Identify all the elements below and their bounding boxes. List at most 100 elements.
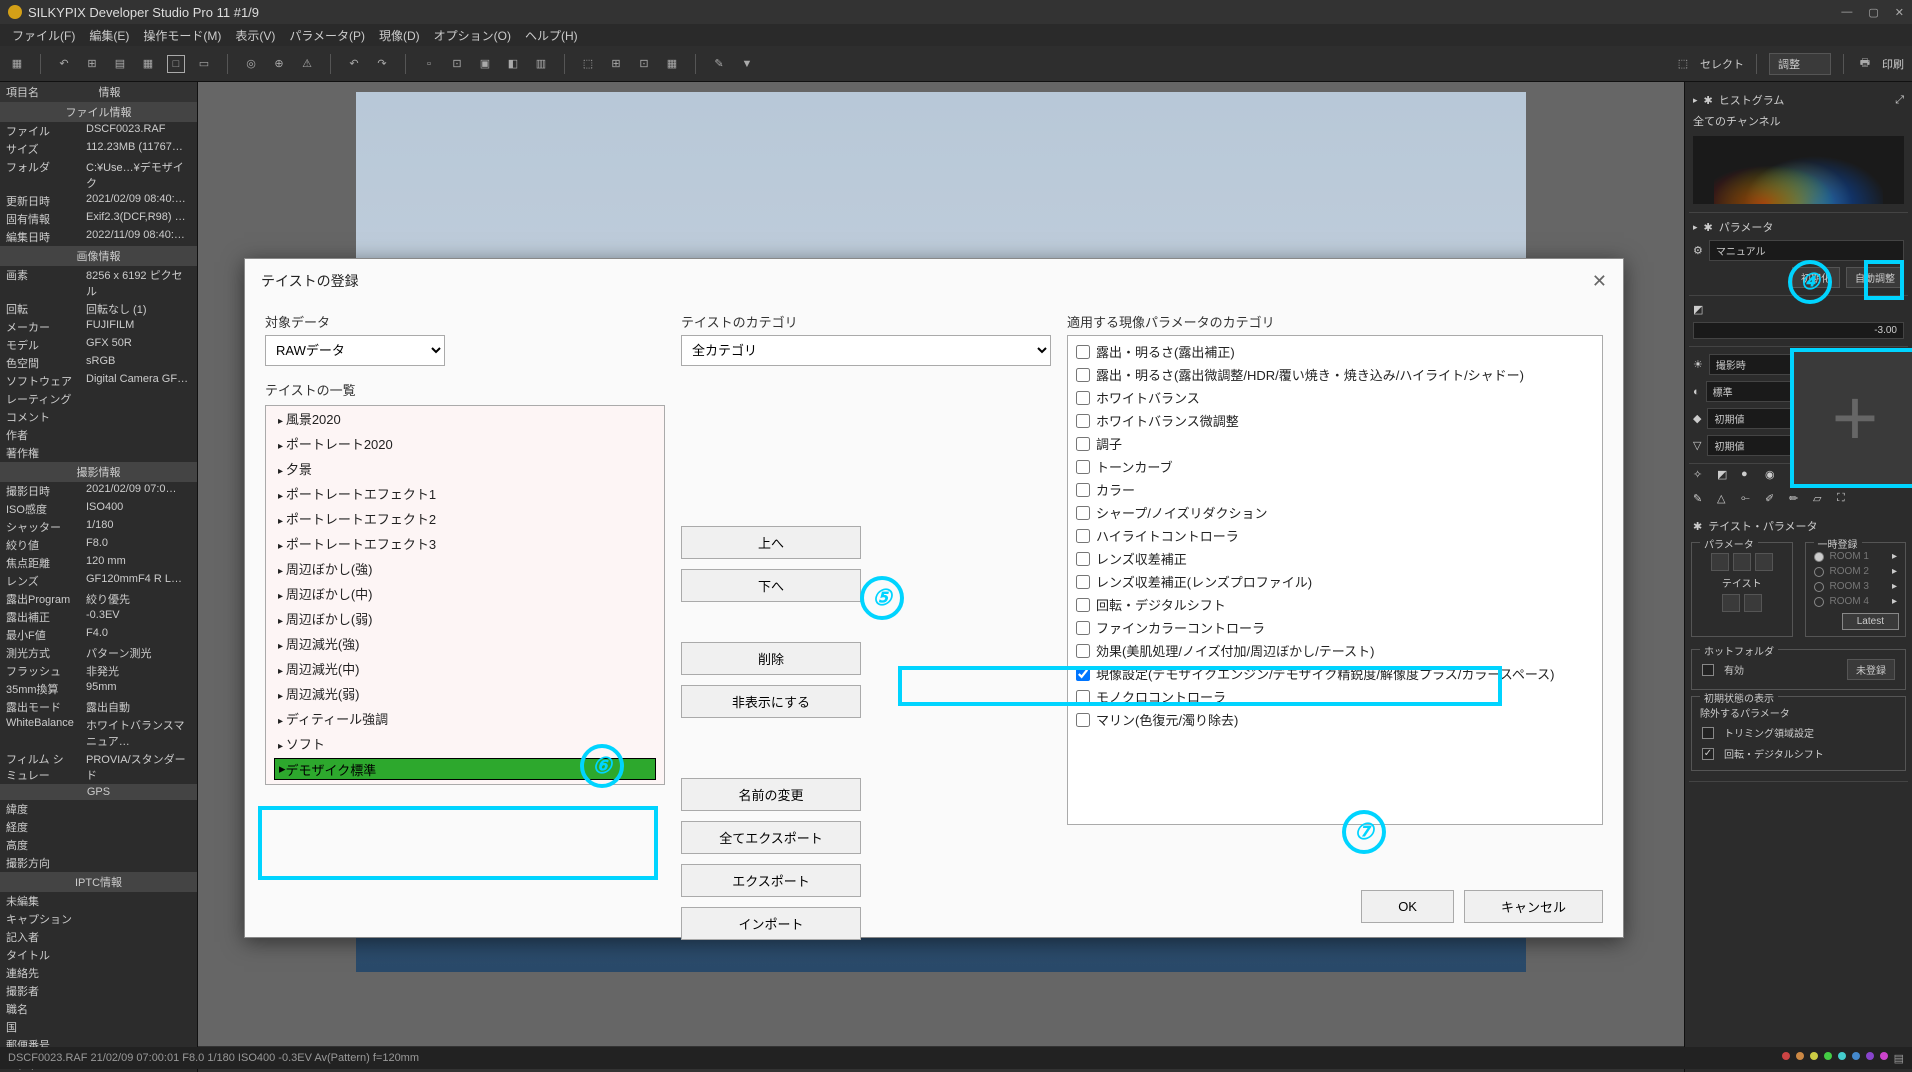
tool-icon[interactable]: ▱ [1813,492,1829,508]
taste-list-item[interactable]: ディティール強調 [266,706,664,731]
import-button[interactable]: インポート [681,907,861,940]
taste-list-item[interactable]: ポートレートエフェクト1 [266,481,664,506]
select-icon[interactable]: ⬚ [1674,55,1692,73]
gear-icon[interactable]: ⚙ [1693,244,1703,257]
taste-list-item[interactable]: 周辺ぼかし(中) [266,581,664,606]
taste-list-item[interactable]: 周辺減光(強) [266,631,664,656]
check-item[interactable]: トーンカーブ [1072,455,1598,478]
menu-option[interactable]: オプション(O) [428,25,517,46]
taste-btn[interactable] [1744,594,1762,612]
check-item[interactable]: マリン(色復元/濁り除去) [1072,708,1598,731]
adjust-dropdown[interactable]: 調整 [1769,53,1831,75]
check-item[interactable]: ハイライトコントローラ [1072,524,1598,547]
room-radio[interactable] [1814,597,1824,607]
tool-icon[interactable]: ✎ [1693,492,1709,508]
check-item[interactable]: 露出・明るさ(露出補正) [1072,340,1598,363]
tool-icon[interactable]: ◉ [1765,468,1781,484]
room-radio[interactable] [1814,567,1824,577]
check-item-checkbox[interactable] [1076,368,1090,382]
check-item-checkbox[interactable] [1076,506,1090,520]
check-item-checkbox[interactable] [1076,598,1090,612]
check-item-checkbox[interactable] [1076,437,1090,451]
check-item[interactable]: 露出・明るさ(露出微調整/HDR/覆い焼き・焼き込み/ハイライト/シャドー) [1072,363,1598,386]
check-item-checkbox[interactable] [1076,483,1090,497]
tool-icon[interactable]: ⊡ [635,55,653,73]
tool-icon[interactable]: ▤ [111,55,129,73]
taste-list-item[interactable]: 周辺ぼかし(弱) [266,606,664,631]
check-item[interactable]: モノクロコントローラ [1072,685,1598,708]
tool-icon[interactable]: ⚠ [298,55,316,73]
room-arrow-icon[interactable]: ▸ [1892,596,1897,607]
dialog-close-icon[interactable]: ✕ [1592,271,1607,292]
check-item[interactable]: 調子 [1072,432,1598,455]
tool-icon[interactable]: ⊡ [448,55,466,73]
taste-list-item[interactable]: ポートレートエフェクト3 [266,531,664,556]
check-item-checkbox[interactable] [1076,713,1090,727]
rotate-checkbox[interactable] [1702,748,1714,760]
expand-icon[interactable]: ⤢ [1895,94,1904,107]
delete-button[interactable]: 削除 [681,642,861,675]
target-select[interactable]: RAWデータ [265,335,445,366]
taste-list-item[interactable]: ポートレートエフェクト2 [266,506,664,531]
taste-list-item[interactable]: 夕景 [266,456,664,481]
init-button[interactable]: 初期化 [1792,267,1840,288]
check-item[interactable]: ファインカラーコントローラ [1072,616,1598,639]
exposure-value[interactable]: -3.00 [1693,322,1904,339]
tool-icon[interactable]: ⊕ [270,55,288,73]
tool-icon[interactable]: ⟜ [1741,492,1757,508]
taste-btn[interactable] [1733,553,1751,571]
taste-list-item[interactable]: 周辺減光(中) [266,656,664,681]
check-item[interactable]: 現像設定(デモザイクエンジン/デモザイク精鋭度/解像度プラス/カラースペース) [1072,662,1598,685]
tool-icon[interactable]: ▥ [532,55,550,73]
tool-icon[interactable]: ▦ [663,55,681,73]
rename-button[interactable]: 名前の変更 [681,778,861,811]
taste-listbox[interactable]: 風景2020ポートレート2020夕景ポートレートエフェクト1ポートレートエフェク… [265,405,665,785]
tool-icon[interactable]: ▦ [8,55,26,73]
minimize-icon[interactable]: — [1841,6,1852,19]
ok-button[interactable]: OK [1361,890,1454,923]
enable-checkbox[interactable] [1702,664,1714,676]
apply-checklist[interactable]: 露出・明るさ(露出補正)露出・明るさ(露出微調整/HDR/覆い焼き・焼き込み/ハ… [1067,335,1603,825]
taste-btn[interactable] [1711,553,1729,571]
auto-button[interactable]: 自動調整 [1846,267,1904,288]
tool-icon[interactable]: ✐ [1765,492,1781,508]
menu-develop[interactable]: 現像(D) [373,25,426,46]
trim-checkbox[interactable] [1702,727,1714,739]
up-button[interactable]: 上へ [681,526,861,559]
hide-button[interactable]: 非表示にする [681,685,861,718]
print-icon[interactable]: 🖶 [1856,55,1874,73]
check-item-checkbox[interactable] [1076,621,1090,635]
menu-parameter[interactable]: パラメータ(P) [283,25,371,46]
check-item-checkbox[interactable] [1076,414,1090,428]
tool-icon[interactable]: ⊞ [83,55,101,73]
tool-icon[interactable]: ◧ [504,55,522,73]
unregistered-button[interactable]: 未登録 [1847,659,1895,680]
tool-icon[interactable]: ● [1741,468,1757,484]
tool-icon[interactable]: ↶ [55,55,73,73]
taste-btn[interactable] [1722,594,1740,612]
down-button[interactable]: 下へ [681,569,861,602]
crop-icon[interactable]: ⛶ [1837,492,1853,508]
tool-icon[interactable]: ◎ [242,55,260,73]
tool-icon[interactable]: ▣ [476,55,494,73]
latest-button[interactable]: Latest [1842,613,1899,630]
check-item[interactable]: レンズ収差補正 [1072,547,1598,570]
export-button[interactable]: エクスポート [681,864,861,897]
cancel-button[interactable]: キャンセル [1464,890,1603,923]
tool-icon[interactable]: ✧ [1693,468,1709,484]
room-arrow-icon[interactable]: ▸ [1892,581,1897,592]
taste-btn[interactable] [1755,553,1773,571]
brush-icon[interactable]: ✎ [710,55,728,73]
check-item[interactable]: ホワイトバランス [1072,386,1598,409]
tool-icon[interactable]: ▦ [139,55,157,73]
room-item[interactable]: ROOM 3▸ [1812,579,1900,594]
tool-icon[interactable]: ▫ [420,55,438,73]
tool-icon[interactable]: □ [167,55,185,73]
room-radio[interactable] [1814,552,1824,562]
menu-view[interactable]: 表示(V) [229,25,281,46]
room-item[interactable]: ROOM 2▸ [1812,564,1900,579]
check-item[interactable]: カラー [1072,478,1598,501]
close-icon[interactable]: ✕ [1895,6,1904,19]
taste-edit-row[interactable]: ▸ [274,758,656,780]
menu-mode[interactable]: 操作モード(M) [137,25,227,46]
